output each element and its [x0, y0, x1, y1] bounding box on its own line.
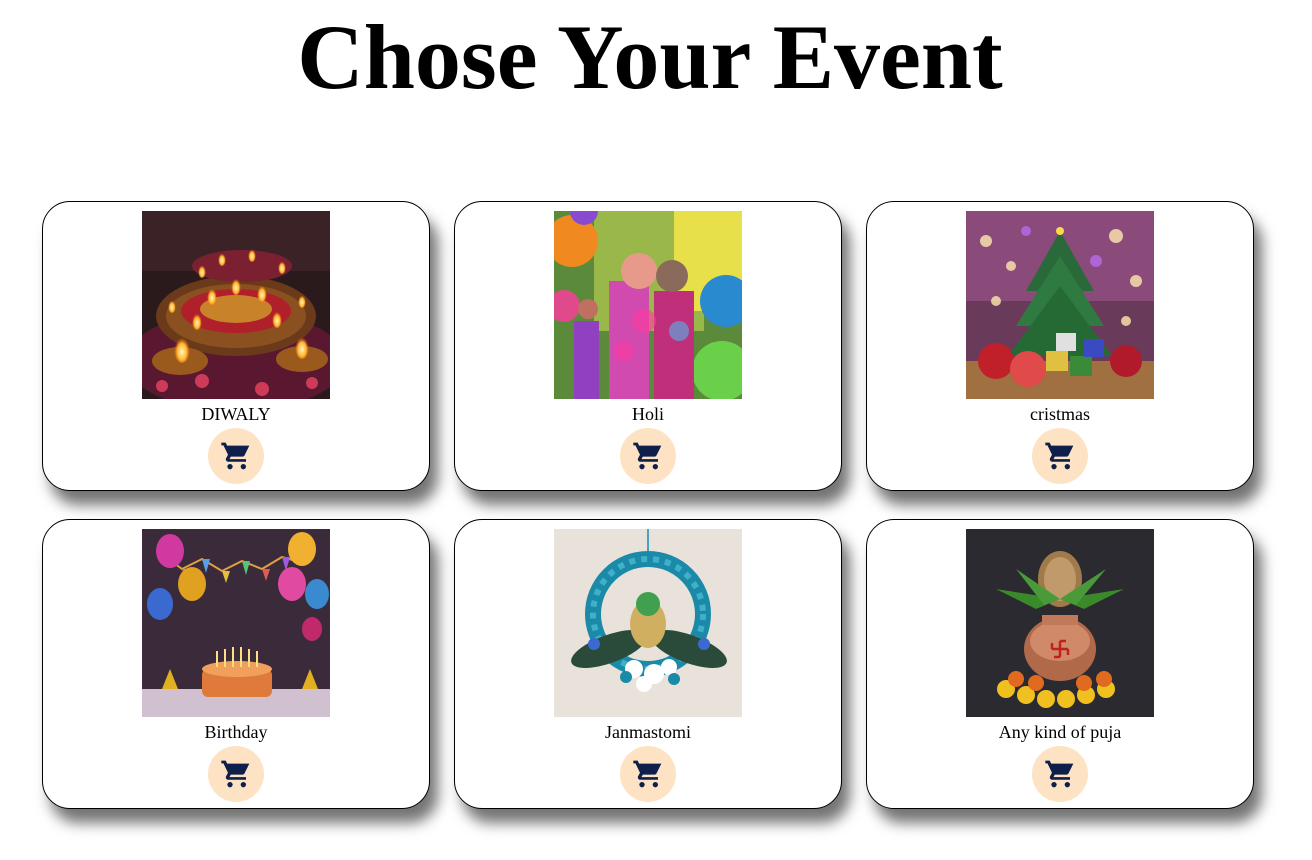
- event-label: DIWALY: [201, 404, 271, 424]
- add-to-cart-button[interactable]: [620, 428, 676, 484]
- shopping-cart-icon: [1045, 442, 1074, 470]
- event-card-puja: Any kind of puja: [866, 519, 1254, 809]
- christmas-tree-photo[interactable]: [966, 211, 1154, 399]
- add-to-cart-button[interactable]: [1032, 428, 1088, 484]
- event-card-birthday: Birthday: [42, 519, 430, 809]
- page-title: Chose Your Event: [297, 6, 1003, 108]
- diwali-diyas-photo[interactable]: [142, 211, 330, 399]
- add-to-cart-button[interactable]: [208, 746, 264, 802]
- shopping-cart-icon: [221, 760, 250, 788]
- puja-kalash-photo[interactable]: [966, 529, 1154, 717]
- add-to-cart-button[interactable]: [620, 746, 676, 802]
- event-card-christmas: cristmas: [866, 201, 1254, 491]
- holi-colors-photo[interactable]: [554, 211, 742, 399]
- event-card-janmastomi: Janmastomi: [454, 519, 842, 809]
- add-to-cart-button[interactable]: [208, 428, 264, 484]
- event-label: cristmas: [1030, 404, 1090, 424]
- event-label: Any kind of puja: [998, 722, 1122, 742]
- event-card-holi: Holi: [454, 201, 842, 491]
- shopping-cart-icon: [633, 760, 662, 788]
- event-label: Janmastomi: [605, 722, 691, 742]
- add-to-cart-button[interactable]: [1032, 746, 1088, 802]
- event-label: Birthday: [204, 722, 268, 742]
- event-card-diwali: DIWALY: [42, 201, 430, 491]
- event-label: Holi: [631, 404, 664, 424]
- shopping-cart-icon: [1045, 760, 1074, 788]
- shopping-cart-icon: [633, 442, 662, 470]
- shopping-cart-icon: [221, 442, 250, 470]
- birthday-cake-photo[interactable]: [142, 529, 330, 717]
- janmashtami-wreath-photo[interactable]: [554, 529, 742, 717]
